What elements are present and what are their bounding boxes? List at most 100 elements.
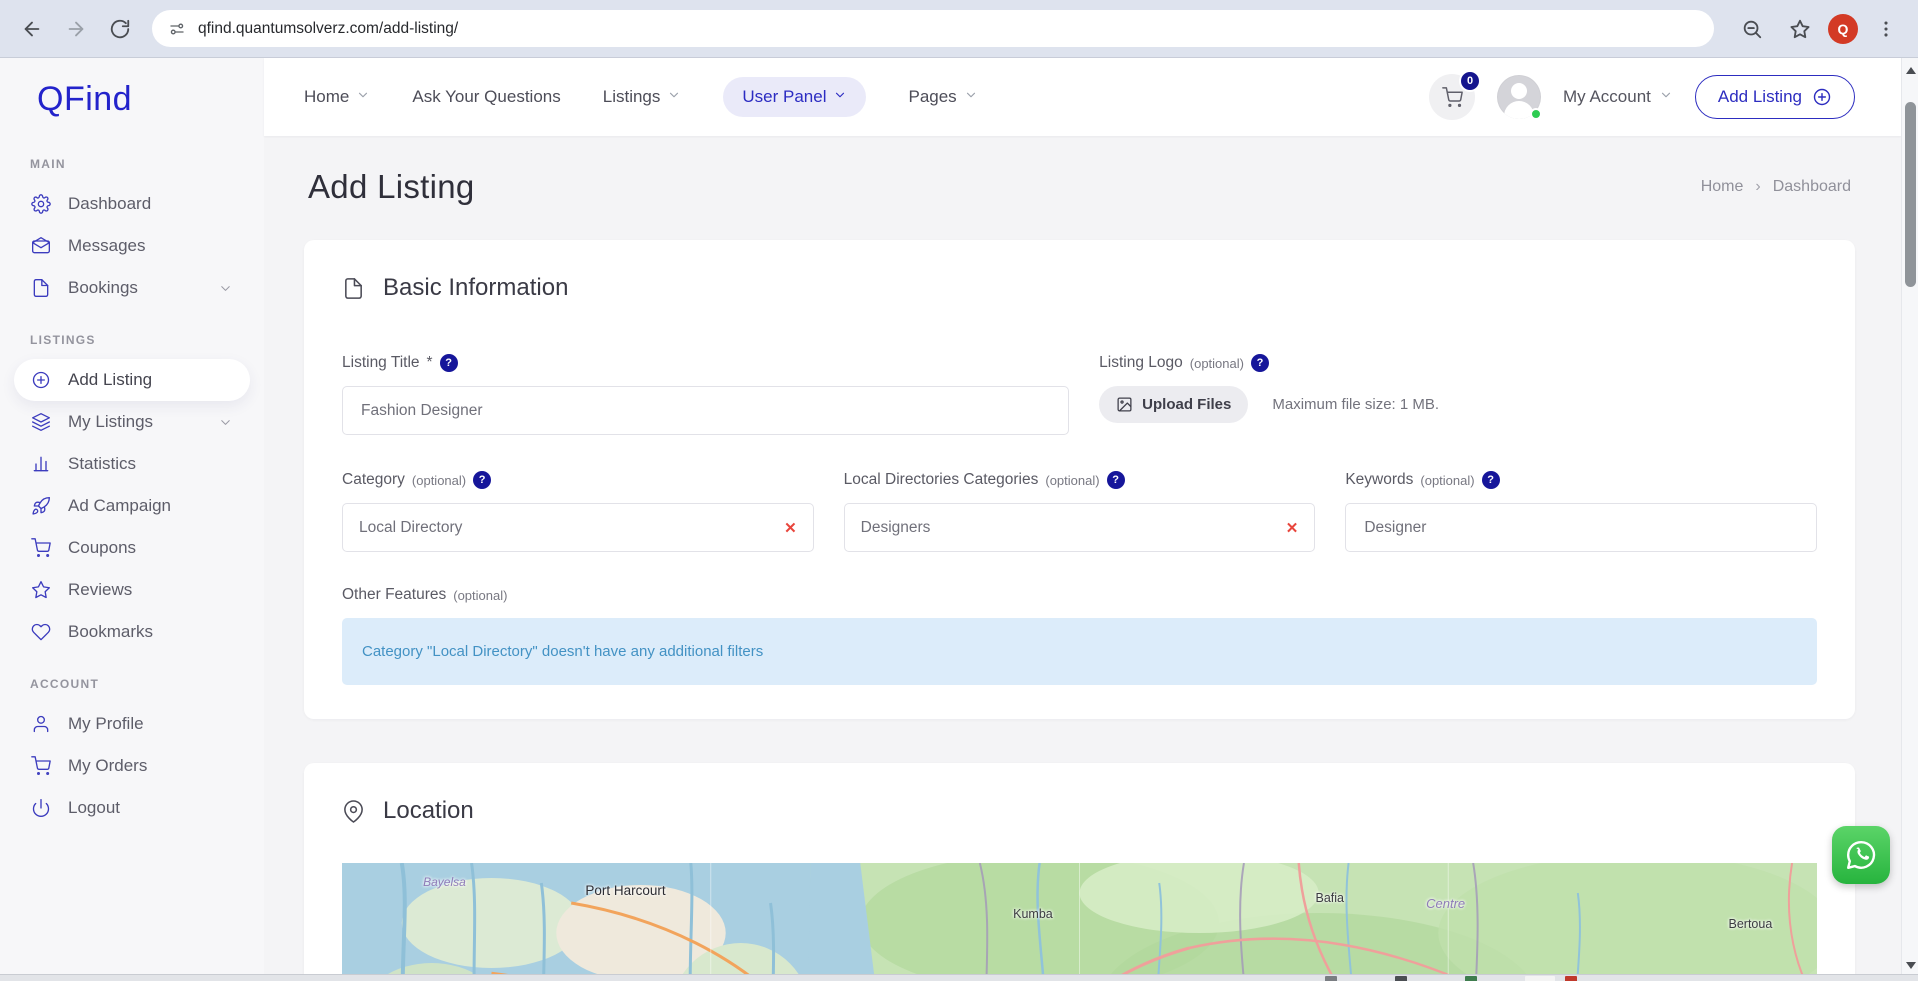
chrome-actions: Q: [1732, 9, 1906, 49]
nav-label: Listings: [602, 87, 661, 106]
map-label-bertoua: Bertoua: [1728, 917, 1773, 931]
bar-chart-icon: [31, 454, 51, 474]
nav-item-user-panel[interactable]: User Panel: [723, 77, 867, 117]
nav-item-pages[interactable]: Pages: [908, 87, 977, 107]
add-listing-button[interactable]: Add Listing: [1694, 75, 1855, 119]
forward-icon[interactable]: [56, 9, 96, 49]
breadcrumb-separator: ›: [1755, 178, 1761, 195]
top-navigation: Home Ask Your Questions Listings User Pa…: [264, 58, 1901, 136]
sidebar-item-ad-campaign[interactable]: Ad Campaign: [14, 485, 250, 527]
screen: qfind.quantumsolverz.com/add-listing/ Q …: [0, 0, 1918, 981]
scrollbar-thumb[interactable]: [1905, 102, 1916, 287]
file-size-hint: Maximum file size: 1 MB.: [1272, 396, 1440, 413]
address-bar[interactable]: qfind.quantumsolverz.com/add-listing/: [152, 10, 1714, 47]
chevron-down-icon: [667, 87, 681, 107]
cart-button[interactable]: 0: [1429, 70, 1481, 120]
nav-item-home[interactable]: Home: [304, 87, 370, 107]
whatsapp-button[interactable]: [1832, 826, 1890, 884]
sidebar-item-label: My Listings: [68, 412, 154, 431]
map-label-bayelsa: Bayelsa: [423, 875, 466, 889]
sidebar-heading-listings: LISTINGS: [30, 333, 96, 347]
scroll-down-arrow-icon[interactable]: [1902, 957, 1918, 973]
sidebar-item-my-orders[interactable]: My Orders: [14, 745, 250, 787]
sidebar-item-my-profile[interactable]: My Profile: [14, 703, 250, 745]
back-icon[interactable]: [12, 9, 52, 49]
breadcrumb-home[interactable]: Home: [1701, 178, 1744, 196]
file-icon: [31, 278, 51, 298]
browser-profile-avatar[interactable]: Q: [1828, 13, 1858, 44]
help-icon[interactable]: ?: [439, 354, 458, 372]
sidebar-item-dashboard[interactable]: Dashboard: [14, 183, 250, 225]
category-select[interactable]: Local Directory ✕: [342, 503, 814, 552]
map-label-kumba: Kumba: [1013, 907, 1053, 921]
optional-tag: (optional): [1420, 472, 1475, 488]
reload-icon[interactable]: [100, 9, 140, 49]
help-icon[interactable]: ?: [1106, 471, 1125, 489]
avatar[interactable]: [1497, 75, 1542, 120]
help-icon[interactable]: ?: [473, 471, 492, 489]
local-directories-selected-value: Designers: [860, 518, 931, 536]
card-title-text: Location: [383, 797, 474, 824]
upload-files-button[interactable]: Upload Files: [1099, 386, 1249, 423]
required-asterisk: *: [426, 354, 433, 371]
sidebar-item-add-listing[interactable]: Add Listing: [14, 359, 250, 401]
sidebar-item-bookings[interactable]: Bookings: [14, 267, 250, 309]
sidebar-item-bookmarks[interactable]: Bookmarks: [14, 611, 250, 653]
sidebar-item-label: My Profile: [68, 714, 144, 733]
chevron-down-icon: [833, 87, 847, 107]
sidebar-item-label: My Orders: [68, 756, 148, 775]
kebab-menu-icon[interactable]: [1866, 9, 1906, 49]
taskbar-sliver: [0, 974, 1918, 981]
power-icon: [31, 798, 51, 818]
cart-icon: [1441, 86, 1463, 107]
sidebar-item-reviews[interactable]: Reviews: [14, 569, 250, 611]
page-scrollbar[interactable]: [1901, 58, 1918, 981]
sidebar-item-label: Bookings: [68, 278, 138, 297]
map[interactable]: Bayelsa Port Harcourt Kumba Bafia Centre…: [342, 863, 1817, 981]
cart-icon: [31, 538, 51, 558]
optional-tag: (optional): [411, 472, 467, 488]
chevron-down-icon: [218, 281, 233, 296]
my-account-menu[interactable]: My Account: [1563, 87, 1673, 107]
category-selected-value: Local Directory: [359, 518, 463, 536]
optional-tag: (optional): [453, 587, 508, 603]
keywords-input[interactable]: [1345, 503, 1817, 552]
listing-title-input[interactable]: [342, 386, 1070, 435]
local-directories-categories-label: Local Directories Categories: [843, 471, 1039, 488]
nav-item-listings[interactable]: Listings: [603, 87, 682, 107]
listing-logo-label: Listing Logo: [1099, 354, 1183, 371]
breadcrumb-current: Dashboard: [1772, 178, 1851, 195]
sidebar-item-coupons[interactable]: Coupons: [14, 527, 250, 569]
sidebar-heading-main: MAIN: [30, 157, 66, 171]
help-icon[interactable]: ?: [1481, 471, 1500, 489]
nav-label: Ask Your Questions: [412, 87, 561, 106]
sidebar-item-messages[interactable]: Messages: [14, 225, 250, 267]
category-label: Category: [342, 471, 405, 488]
nav-label: User Panel: [742, 87, 827, 106]
no-filters-alert: Category "Local Directory" doesn't have …: [342, 618, 1817, 685]
clear-icon[interactable]: ✕: [784, 519, 797, 537]
bookmark-star-icon[interactable]: [1780, 9, 1820, 49]
listing-title-label: Listing Title: [342, 354, 420, 371]
sidebar: QFind MAIN Dashboard Messages Bookings L…: [0, 58, 264, 981]
sidebar-item-statistics[interactable]: Statistics: [14, 443, 250, 485]
star-icon: [31, 580, 51, 600]
sidebar-item-my-listings[interactable]: My Listings: [14, 401, 250, 443]
site-settings-icon[interactable]: [168, 20, 186, 38]
local-directories-categories-select[interactable]: Designers ✕: [843, 503, 1316, 552]
sidebar-item-label: Statistics: [68, 454, 137, 473]
breadcrumb: Home › Dashboard: [1701, 178, 1851, 196]
add-listing-button-label: Add Listing: [1717, 87, 1802, 106]
listing-title-field-group: Listing Title * ?: [342, 354, 1070, 435]
sidebar-item-logout[interactable]: Logout: [14, 787, 250, 829]
clear-icon[interactable]: ✕: [1286, 519, 1299, 537]
url-text: qfind.quantumsolverz.com/add-listing/: [198, 19, 459, 37]
sidebar-item-label: Messages: [68, 236, 146, 255]
brand-logo[interactable]: QFind: [0, 58, 264, 129]
scroll-up-arrow-icon[interactable]: [1902, 62, 1918, 78]
zoom-out-icon[interactable]: [1732, 9, 1772, 49]
sidebar-item-label: Add Listing: [68, 370, 153, 389]
help-icon[interactable]: ?: [1250, 354, 1269, 372]
nav-label: Pages: [908, 87, 957, 106]
nav-item-ask-your-questions[interactable]: Ask Your Questions: [412, 87, 560, 107]
